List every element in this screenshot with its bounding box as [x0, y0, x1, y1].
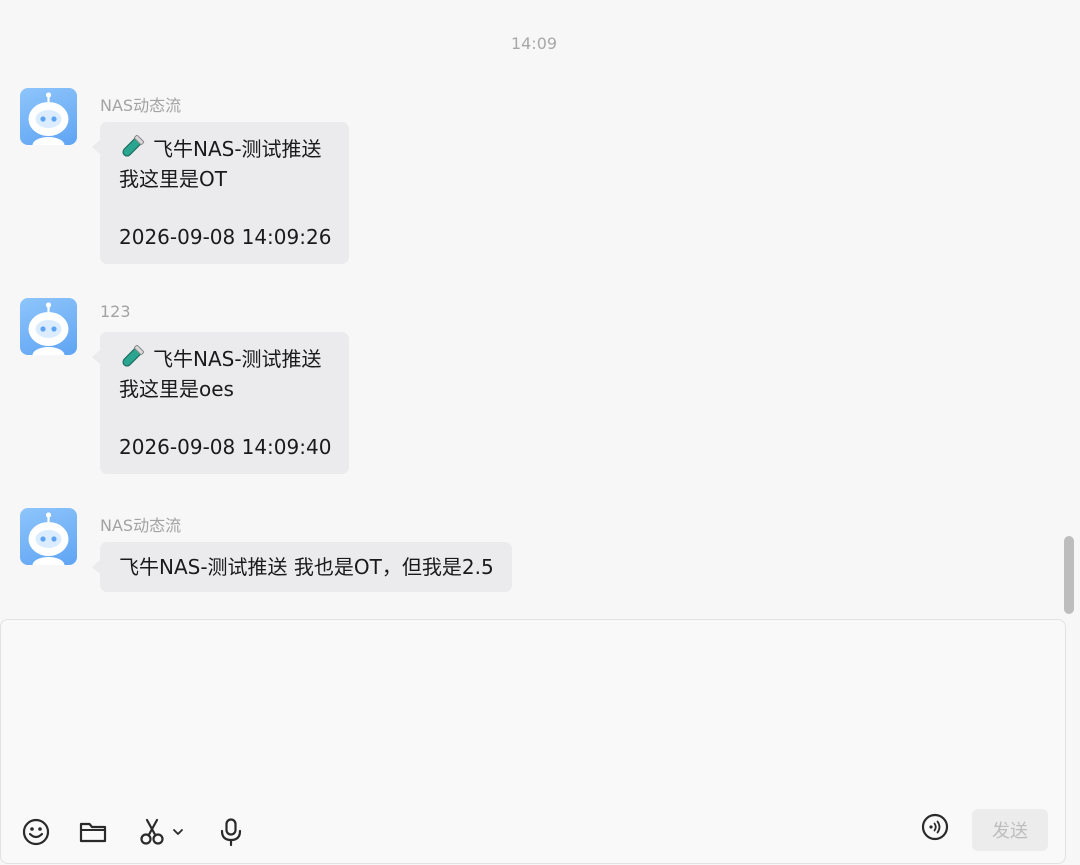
bot-avatar[interactable]	[20, 298, 77, 355]
bot-avatar[interactable]	[20, 88, 77, 145]
message-title: 飞牛NAS-测试推送	[153, 137, 322, 161]
message-title: 飞牛NAS-测试推送	[153, 347, 322, 371]
voice-mode-button[interactable]	[921, 813, 949, 845]
screenshot-options-button[interactable]	[171, 817, 185, 847]
sender-name: 123	[100, 302, 131, 321]
robot-icon	[28, 92, 69, 145]
scissors-icon	[140, 818, 164, 845]
file-button[interactable]	[78, 817, 108, 847]
send-button[interactable]: 发送	[972, 809, 1048, 851]
microphone-icon	[220, 818, 242, 847]
message-body: 飞牛NAS-测试推送 我也是OT，但我是2.5	[119, 555, 494, 579]
folder-icon	[79, 822, 107, 843]
emoji-icon	[22, 818, 50, 846]
voice-wave-icon	[921, 813, 949, 841]
emoji-button[interactable]	[21, 817, 51, 847]
robot-icon	[28, 512, 69, 565]
message-time: 2026-09-08 14:09:26	[119, 225, 332, 249]
voice-input-button[interactable]	[216, 817, 246, 847]
bot-avatar[interactable]	[20, 508, 77, 565]
message-bubble[interactable]: 飞牛NAS-测试推送 我也是OT，但我是2.5	[92, 542, 512, 592]
screenshot-button[interactable]	[137, 817, 167, 847]
test-tube-icon	[122, 345, 145, 367]
chevron-down-icon	[173, 829, 183, 835]
message-body: 我这里是oes	[119, 377, 234, 401]
chat-history: 14:09 NAS动态流 飞牛NAS-测试推送 我这里是OT 2026-09-0…	[0, 0, 1080, 618]
sender-name: NAS动态流	[100, 96, 182, 115]
message-composer[interactable]: 发送	[0, 619, 1066, 864]
message-body: 我这里是OT	[119, 167, 227, 191]
message-bubble[interactable]: 飞牛NAS-测试推送 我这里是oes 2026-09-08 14:09:40	[91, 332, 350, 474]
test-tube-icon	[122, 135, 145, 157]
robot-icon	[28, 302, 69, 355]
sender-name: NAS动态流	[100, 516, 182, 535]
message-bubble[interactable]: 飞牛NAS-测试推送 我这里是OT 2026-09-08 14:09:26	[91, 122, 350, 264]
message-time: 2026-09-08 14:09:40	[119, 435, 332, 459]
time-divider: 14:09	[510, 34, 558, 53]
chat-scrollbar-thumb[interactable]	[1064, 536, 1074, 614]
